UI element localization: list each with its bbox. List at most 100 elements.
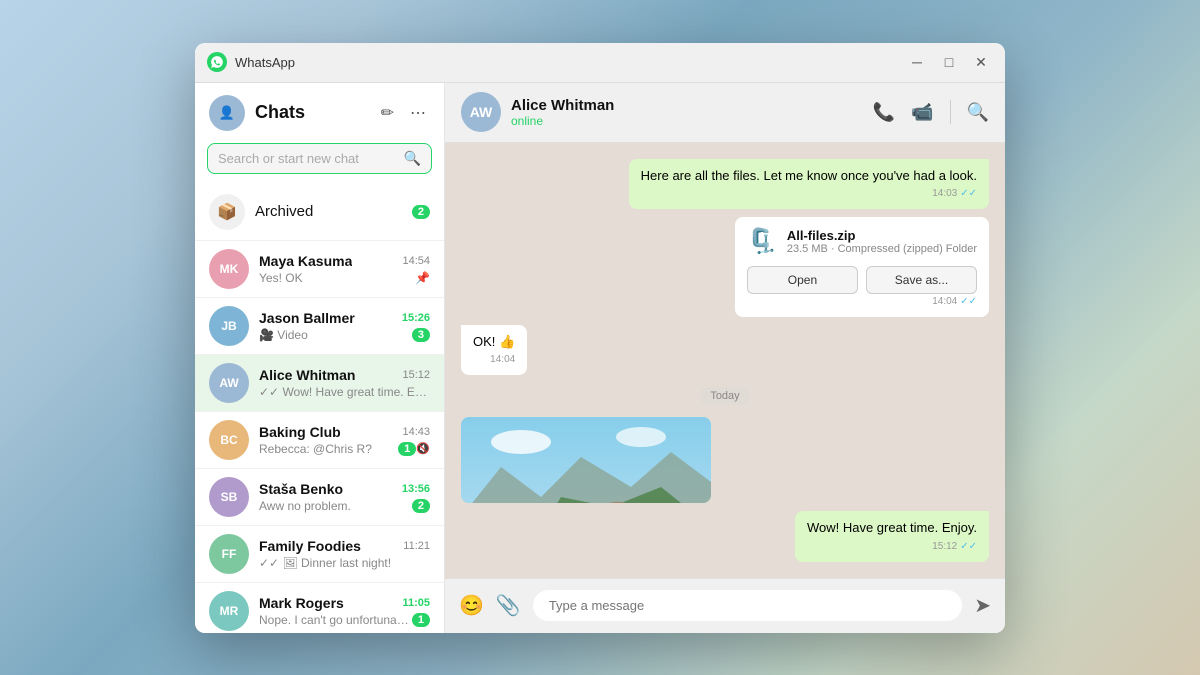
chat-avatar: MK — [209, 249, 249, 289]
chat-item-5[interactable]: FF Family Foodies 11:21 ✓✓ 🖼 Dinner last… — [195, 526, 444, 583]
chat-preview: Yes! OK — [259, 271, 415, 285]
chat-preview: Rebecca: @Chris R? — [259, 442, 398, 456]
day-separator: Today — [700, 387, 749, 405]
message-time: 15:12 ✓✓ — [807, 540, 977, 554]
messages-area: Here are all the files. Let me know once… — [445, 143, 1005, 578]
message-text: OK! 👍 — [473, 334, 515, 349]
chat-name: Baking Club — [259, 424, 341, 440]
chat-preview-row: Nope. I can't go unfortunately. 1 — [259, 613, 430, 627]
chat-name-row: Alice Whitman 15:12 — [259, 367, 430, 383]
read-tick: ✓✓ — [960, 540, 977, 554]
contact-info: Alice Whitman online — [511, 97, 863, 128]
file-name: All-files.zip — [787, 228, 977, 243]
minimize-button[interactable]: ─ — [905, 52, 929, 72]
unread-badge: 1 — [398, 442, 416, 456]
chat-preview-row: Yes! OK 📌 — [259, 271, 430, 285]
chat-item-3[interactable]: BC Baking Club 14:43 Rebecca: @Chris R? … — [195, 412, 444, 469]
chat-preview-row: Rebecca: @Chris R? 1 🔇 — [259, 442, 430, 456]
chat-item-6[interactable]: MR Mark Rogers 11:05 Nope. I can't go un… — [195, 583, 444, 633]
chat-preview-row: ✓✓ 🖼 Dinner last night! — [259, 556, 430, 570]
file-type-icon: 🗜️ — [747, 227, 777, 256]
search-icon: 🔍 — [404, 150, 421, 167]
chat-info: Family Foodies 11:21 ✓✓ 🖼 Dinner last ni… — [259, 538, 430, 570]
archived-row[interactable]: 📦 Archived 2 — [195, 184, 444, 241]
chat-avatar: JB — [209, 306, 249, 346]
chat-time: 15:12 — [402, 369, 430, 381]
message-time: 14:04 — [473, 353, 515, 367]
chat-time: 14:43 — [402, 426, 430, 438]
chat-time: 14:54 — [402, 255, 430, 267]
chat-info: Maya Kasuma 14:54 Yes! OK 📌 — [259, 253, 430, 285]
chat-item-4[interactable]: SB Staša Benko 13:56 Aww no problem. 2 — [195, 469, 444, 526]
chat-name-row: Staša Benko 13:56 — [259, 481, 430, 497]
chat-preview: 🎥 Video — [259, 328, 412, 342]
chat-name-row: Jason Ballmer 15:26 — [259, 310, 430, 326]
file-info: All-files.zip 23.5 MB · Compressed (zipp… — [787, 228, 977, 255]
file-bubble: 🗜️ All-files.zip 23.5 MB · Compressed (z… — [735, 217, 989, 317]
chat-name-row: Mark Rogers 11:05 — [259, 595, 430, 611]
chat-preview: ✓✓ Wow! Have great time. Enjoy. — [259, 385, 430, 399]
save-file-button[interactable]: Save as... — [866, 266, 977, 294]
chat-list-items: MK Maya Kasuma 14:54 Yes! OK 📌 JB Jason … — [195, 241, 444, 633]
new-chat-button[interactable]: ✏ — [377, 101, 398, 125]
chat-name: Mark Rogers — [259, 595, 344, 611]
chat-header-actions: 📞 📹 🔍 — [873, 100, 989, 124]
chat-avatar: MR — [209, 591, 249, 631]
chat-name-row: Baking Club 14:43 — [259, 424, 430, 440]
chat-avatar: BC — [209, 420, 249, 460]
window-controls: ─ □ ✕ — [905, 52, 993, 72]
my-avatar[interactable]: 👤 — [209, 95, 245, 131]
photo-bubble: So beautiful here! 15:06 ❤️ — [461, 417, 711, 503]
search-input[interactable] — [218, 151, 404, 166]
close-button[interactable]: ✕ — [969, 52, 993, 72]
archived-badge: 2 — [412, 205, 430, 219]
chat-time: 13:56 — [402, 483, 430, 495]
chat-item-0[interactable]: MK Maya Kasuma 14:54 Yes! OK 📌 — [195, 241, 444, 298]
archive-icon: 📦 — [209, 194, 245, 230]
chat-item-1[interactable]: JB Jason Ballmer 15:26 🎥 Video 3 — [195, 298, 444, 355]
chat-preview: ✓✓ 🖼 Dinner last night! — [259, 556, 430, 570]
video-call-button[interactable]: 📹 — [911, 102, 933, 123]
unread-badge: 2 — [412, 499, 430, 513]
window-title: WhatsApp — [235, 55, 905, 70]
chat-name: Family Foodies — [259, 538, 361, 554]
chat-preview-row: Aww no problem. 2 — [259, 499, 430, 513]
sidebar-actions: ✏ ⋯ — [377, 101, 430, 125]
more-options-button[interactable]: ⋯ — [406, 101, 430, 125]
sidebar-title: Chats — [255, 102, 367, 123]
chat-area: AW Alice Whitman online 📞 📹 🔍 Here are a… — [445, 83, 1005, 633]
chat-item-2[interactable]: AW Alice Whitman 15:12 ✓✓ Wow! Have grea… — [195, 355, 444, 412]
message-text: Here are all the files. Let me know once… — [641, 168, 977, 183]
message-sent-1: Here are all the files. Let me know once… — [629, 159, 989, 209]
chat-name: Maya Kasuma — [259, 253, 352, 269]
open-file-button[interactable]: Open — [747, 266, 858, 294]
header-divider — [950, 100, 951, 124]
photo-image — [461, 417, 711, 503]
contact-status: online — [511, 114, 863, 128]
read-tick: ✓✓ — [960, 296, 977, 307]
file-time: 14:04 ✓✓ — [747, 296, 977, 307]
message-input[interactable] — [533, 590, 962, 621]
maximize-button[interactable]: □ — [937, 52, 961, 72]
chat-info: Mark Rogers 11:05 Nope. I can't go unfor… — [259, 595, 430, 627]
chat-name-row: Maya Kasuma 14:54 — [259, 253, 430, 269]
contact-avatar[interactable]: AW — [461, 92, 501, 132]
attach-button[interactable]: 📎 — [496, 593, 521, 618]
chat-preview: Nope. I can't go unfortunately. — [259, 613, 412, 627]
chat-time: 11:21 — [403, 540, 430, 552]
emoji-button[interactable]: 😊 — [459, 593, 484, 618]
file-size: 23.5 MB · Compressed (zipped) Folder — [787, 243, 977, 255]
message-sent-2: Wow! Have great time. Enjoy. 15:12 ✓✓ — [795, 511, 989, 561]
chat-name: Jason Ballmer — [259, 310, 355, 326]
chat-header: AW Alice Whitman online 📞 📹 🔍 — [445, 83, 1005, 143]
chat-list: 📦 Archived 2 MK Maya Kasuma 14:54 Yes! O… — [195, 184, 444, 633]
file-actions: Open Save as... — [747, 266, 977, 294]
search-chat-button[interactable]: 🔍 — [967, 102, 989, 123]
chat-avatar: AW — [209, 363, 249, 403]
input-area: 😊 📎 ➤ — [445, 578, 1005, 633]
muted-icon: 🔇 — [416, 442, 430, 455]
send-button[interactable]: ➤ — [974, 593, 991, 618]
chat-preview-row: 🎥 Video 3 — [259, 328, 430, 342]
voice-call-button[interactable]: 📞 — [873, 102, 895, 123]
chat-time: 11:05 — [402, 597, 430, 609]
